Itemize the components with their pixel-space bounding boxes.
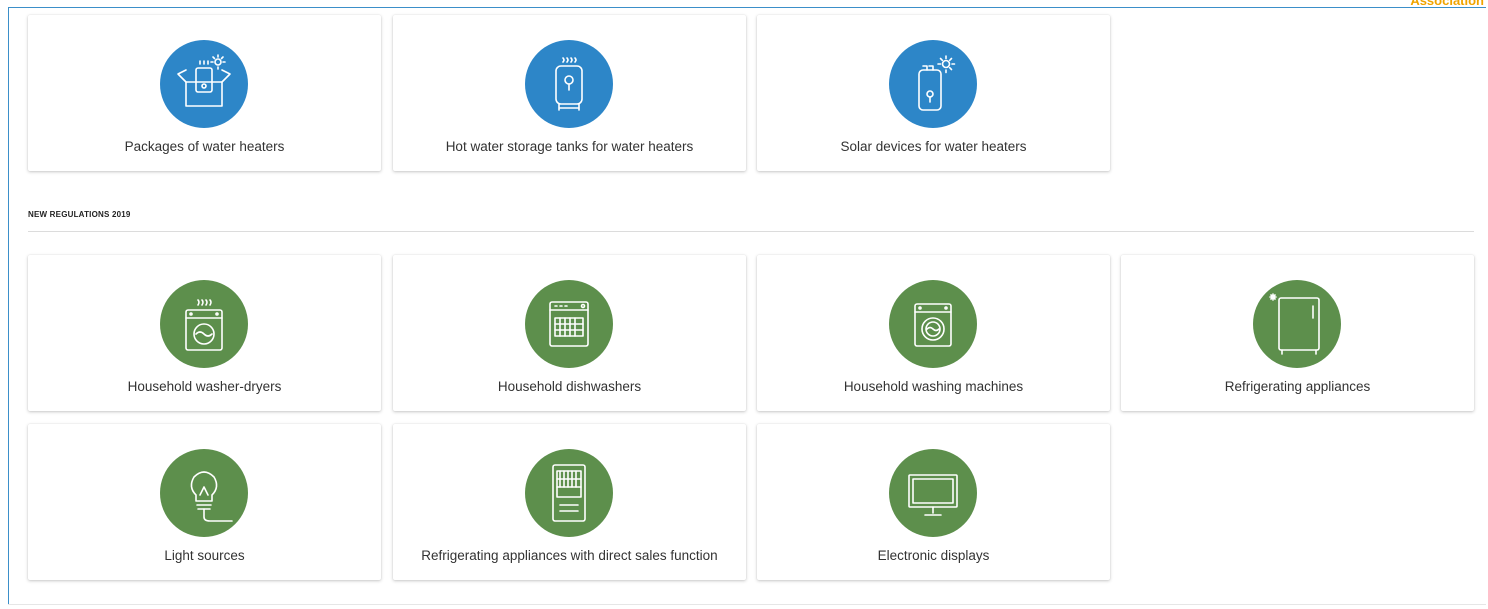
card-label: Refrigerating appliances with direct sal… [421,548,718,563]
display-cabinet-icon [525,449,613,537]
card-refrigerating-appliances[interactable]: Refrigerating appliances [1121,255,1474,411]
card-household-washer-dryers[interactable]: Household washer-dryers [28,255,381,411]
card-solar-devices[interactable]: Solar devices for water heaters [757,15,1110,171]
water-heater-package-icon [160,40,248,128]
hot-water-tank-icon [525,40,613,128]
card-household-washing-machines[interactable]: Household washing machines [757,255,1110,411]
card-label: Household dishwashers [497,379,642,394]
card-label: Solar devices for water heaters [840,139,1027,154]
dishwasher-icon [525,280,613,368]
card-label: Refrigerating appliances [1224,379,1371,394]
card-packages-of-water-heaters[interactable]: Packages of water heaters [28,15,381,171]
card-label: Household washing machines [843,379,1024,394]
card-label: Packages of water heaters [124,139,285,154]
section-title: NEW REGULATIONS 2019 [28,210,131,219]
brand-text: Association [1410,0,1484,8]
washer-dryer-icon [160,280,248,368]
card-electronic-displays[interactable]: Electronic displays [757,424,1110,580]
card-hot-water-storage-tanks[interactable]: Hot water storage tanks for water heater… [393,15,746,171]
monitor-icon [889,449,977,537]
card-label: Light sources [164,548,245,563]
card-label: Hot water storage tanks for water heater… [445,139,694,154]
section-divider [28,231,1474,232]
solar-water-heater-icon [889,40,977,128]
bottom-divider [8,604,1486,605]
card-refrigerating-direct-sales[interactable]: Refrigerating appliances with direct sal… [393,424,746,580]
card-label: Electronic displays [877,548,990,563]
light-bulb-icon [160,449,248,537]
card-household-dishwashers[interactable]: Household dishwashers [393,255,746,411]
washing-machine-icon [889,280,977,368]
refrigerator-icon [1253,280,1341,368]
card-label: Household washer-dryers [127,379,282,394]
card-light-sources[interactable]: Light sources [28,424,381,580]
